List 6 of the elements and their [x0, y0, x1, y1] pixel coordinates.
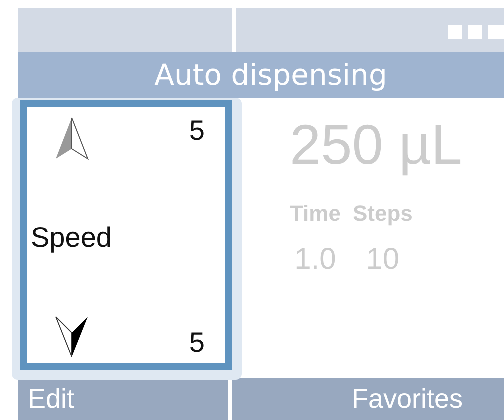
screen-title: Auto dispensing	[154, 58, 388, 92]
down-value: 5	[189, 327, 205, 359]
up-value: 5	[189, 115, 205, 148]
speed-label: Speed	[31, 222, 112, 254]
down-arrow-icon[interactable]	[55, 315, 89, 359]
up-arrow-icon[interactable]	[55, 117, 89, 161]
